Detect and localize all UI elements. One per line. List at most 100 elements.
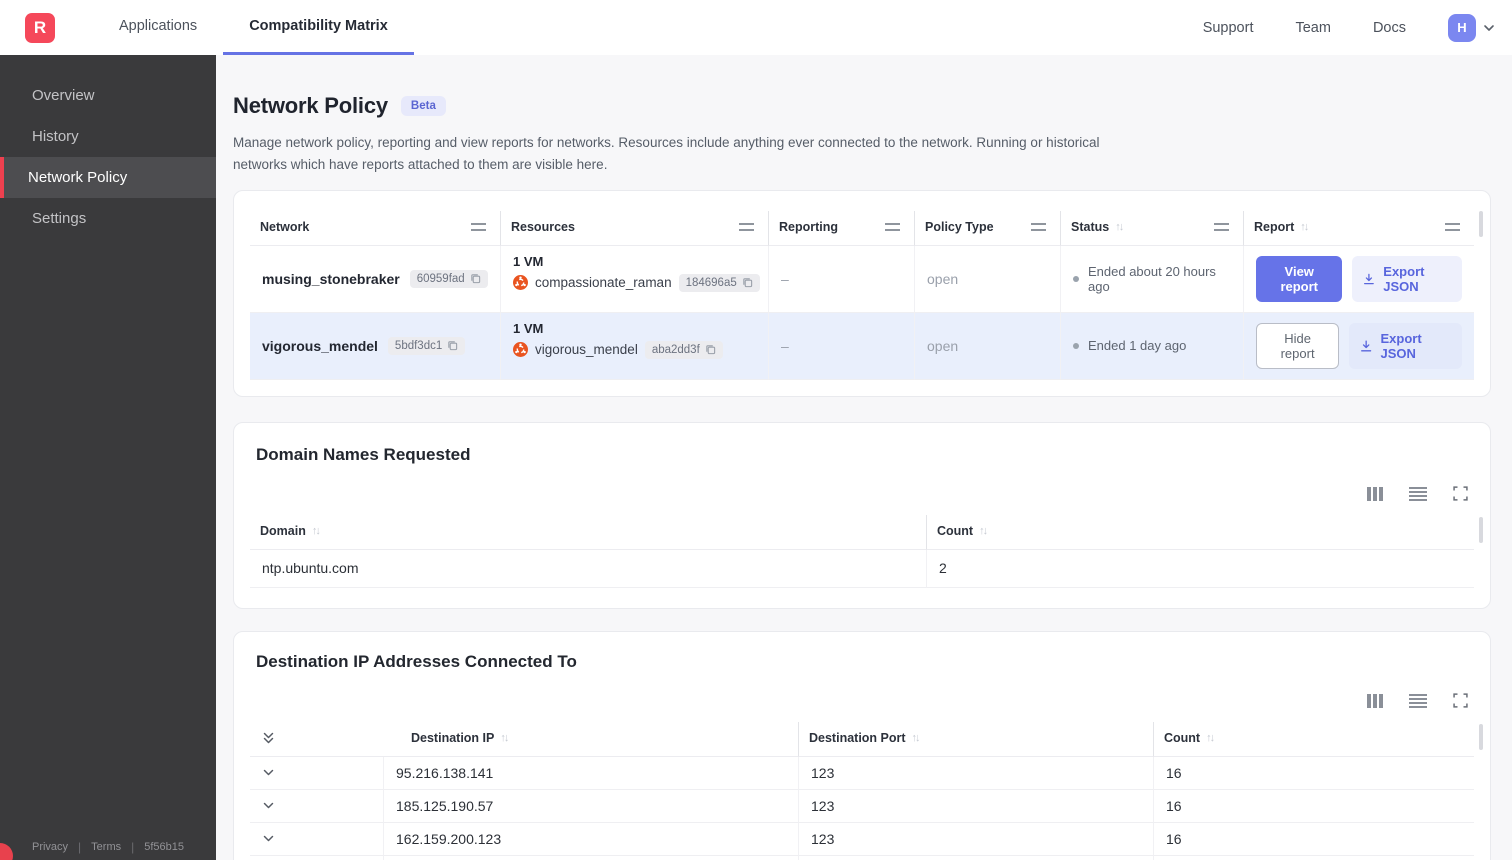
chevron-down-icon[interactable]	[262, 832, 275, 845]
card-title: Domain Names Requested	[256, 444, 471, 464]
resources-cell: 1 VM vigorous_mendel aba2dd3f	[500, 312, 768, 380]
tab-compatibility-matrix[interactable]: Compatibility Matrix	[223, 0, 414, 55]
page-description: Manage network policy, reporting and vie…	[233, 135, 1100, 172]
row-expander[interactable]	[250, 856, 383, 860]
copy-icon[interactable]	[742, 277, 753, 288]
chevron-down-icon[interactable]	[262, 799, 275, 812]
copy-icon[interactable]	[447, 340, 458, 351]
column-drag-handle-icon[interactable]	[1445, 222, 1460, 231]
count-cell: 16	[1153, 855, 1474, 860]
domains-card: Domain Names Requested Domain ↑↓ Count ↑…	[233, 421, 1491, 609]
reporting-cell: –	[768, 312, 914, 380]
page-header: Network Policy Beta	[233, 93, 1491, 119]
privacy-link[interactable]: Privacy	[32, 841, 68, 853]
domain-cell: ntp.ubuntu.com	[250, 550, 926, 588]
sort-icon[interactable]: ↑↓	[1206, 732, 1215, 744]
sort-icon[interactable]: ↑↓	[1115, 221, 1124, 233]
footer-divider: |	[78, 840, 82, 854]
nav-tabs: Applications Compatibility Matrix	[93, 0, 414, 55]
columns-icon[interactable]	[1367, 693, 1383, 708]
hide-report-button[interactable]: Hide report	[1256, 322, 1340, 369]
sidebar-item-settings[interactable]: Settings	[0, 198, 216, 239]
column-header-destination-port: Destination Port ↑↓	[798, 721, 1153, 757]
status-dot	[1073, 342, 1079, 349]
row-expander[interactable]	[250, 757, 383, 790]
network-id-badge[interactable]: 60959fad	[409, 269, 488, 288]
network-name: musing_stonebraker	[262, 270, 400, 287]
policy-type-cell: open	[914, 245, 1060, 313]
ubuntu-icon	[513, 342, 528, 358]
column-header-destination-ip: Destination IP ↑↓	[383, 722, 798, 757]
export-json-button[interactable]: Export JSON	[1349, 322, 1462, 369]
sidebar-item-history[interactable]: History	[0, 116, 216, 157]
destinations-table: Destination IP ↑↓ Destination Port ↑↓ Co…	[250, 721, 1483, 860]
beta-badge: Beta	[400, 96, 446, 116]
sidebar-footer: Privacy | Terms | 5f56b15	[0, 840, 216, 854]
column-drag-handle-icon[interactable]	[739, 222, 754, 231]
destination-ip-cell: 162.159.200.123	[383, 822, 798, 856]
column-drag-handle-icon[interactable]	[1031, 222, 1046, 231]
caret-down-icon[interactable]	[1482, 21, 1496, 35]
rows-icon[interactable]	[1409, 692, 1427, 710]
report-cell: Hide report Export JSON	[1243, 312, 1474, 380]
resource-id-badge[interactable]: 184696a5	[678, 273, 760, 292]
column-header-resources: Resources	[500, 210, 768, 246]
ubuntu-icon	[513, 275, 528, 291]
double-chevron-down-icon[interactable]	[262, 731, 275, 745]
user-menu[interactable]: H	[1448, 13, 1496, 42]
column-header-network: Network	[250, 211, 500, 246]
sort-icon[interactable]: ↑↓	[1300, 221, 1309, 233]
destination-ip-cell: 185.125.190.57	[383, 789, 798, 823]
column-header-domain: Domain ↑↓	[250, 515, 926, 550]
columns-icon[interactable]	[1367, 486, 1383, 501]
column-header-reporting: Reporting	[768, 210, 914, 246]
resource-count: 1 VM	[513, 253, 544, 269]
view-report-button[interactable]: View report	[1256, 255, 1343, 302]
network-table-card: Network Resources Reporting Policy Type …	[233, 189, 1491, 397]
copy-icon[interactable]	[470, 273, 481, 284]
table-scrollbar[interactable]	[1479, 516, 1483, 543]
destination-port-cell: 123	[798, 756, 1153, 790]
column-drag-handle-icon[interactable]	[471, 222, 486, 231]
row-expander[interactable]	[250, 790, 383, 823]
chevron-down-icon[interactable]	[262, 766, 275, 779]
sort-icon[interactable]: ↑↓	[979, 525, 988, 537]
sort-icon[interactable]: ↑↓	[912, 732, 921, 744]
count-cell: 2	[926, 549, 1474, 588]
column-drag-handle-icon[interactable]	[1214, 222, 1229, 231]
destination-port-cell: 123	[798, 789, 1153, 823]
terms-link[interactable]: Terms	[91, 841, 121, 853]
destination-ip-cell: 95.216.138.141	[383, 756, 798, 790]
nav-link-team[interactable]: Team	[1295, 20, 1330, 36]
nav-right: Support Team Docs H	[1203, 0, 1496, 55]
status-cell: Ended 1 day ago	[1060, 312, 1243, 380]
nav-link-docs[interactable]: Docs	[1373, 20, 1406, 36]
reporting-cell: –	[768, 245, 914, 313]
resources-cell: 1 VM compassionate_raman 184696a5	[500, 245, 768, 313]
export-json-button[interactable]: Export JSON	[1352, 255, 1462, 302]
row-expander[interactable]	[250, 823, 383, 856]
nav-link-support[interactable]: Support	[1203, 20, 1254, 36]
sidebar-item-overview[interactable]: Overview	[0, 75, 216, 116]
tab-applications[interactable]: Applications	[93, 0, 223, 55]
table-scrollbar[interactable]	[1479, 723, 1483, 750]
column-header-status: Status ↑↓	[1060, 210, 1243, 246]
sort-icon[interactable]: ↑↓	[500, 732, 509, 744]
table-scrollbar[interactable]	[1479, 210, 1483, 237]
network-id-badge[interactable]: 5bdf3dc1	[387, 336, 466, 355]
report-cell: View report Export JSON	[1243, 245, 1474, 313]
app-logo[interactable]: R	[25, 12, 55, 43]
copy-icon[interactable]	[705, 344, 716, 355]
column-drag-handle-icon[interactable]	[885, 222, 900, 231]
status-cell: Ended about 20 hours ago	[1060, 245, 1243, 313]
expand-icon[interactable]	[1453, 486, 1468, 501]
column-header-policy-type: Policy Type	[914, 210, 1060, 246]
expand-icon[interactable]	[1453, 693, 1468, 708]
avatar[interactable]: H	[1448, 13, 1476, 42]
table-toolbar	[256, 692, 1468, 710]
rows-icon[interactable]	[1409, 485, 1427, 503]
sort-icon[interactable]: ↑↓	[312, 525, 321, 537]
resource-id-badge[interactable]: aba2dd3f	[644, 340, 723, 359]
download-icon	[1361, 340, 1372, 352]
sidebar-item-network-policy[interactable]: Network Policy	[0, 157, 216, 198]
